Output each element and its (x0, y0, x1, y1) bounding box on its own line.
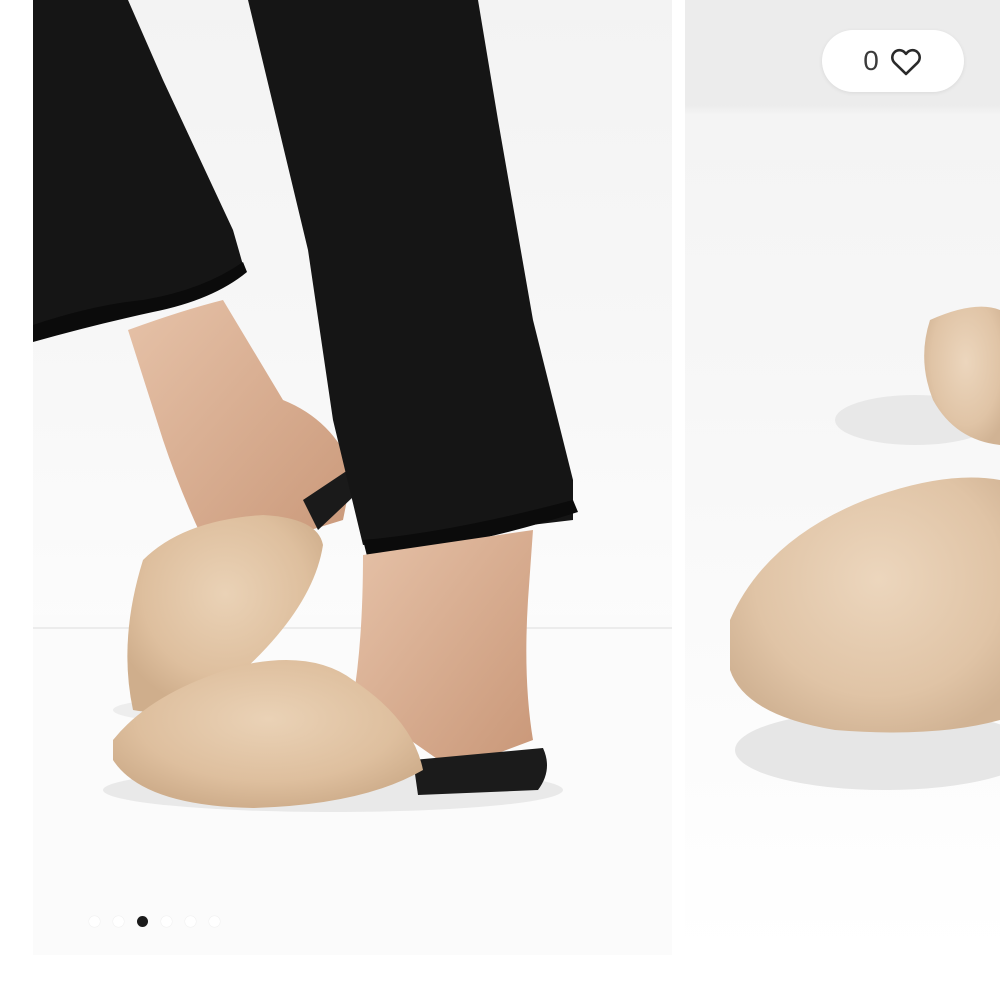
favorite-count: 0 (863, 45, 879, 76)
pagination-dot[interactable] (89, 915, 100, 927)
favorite-button[interactable]: 0 (822, 30, 964, 92)
pagination-dot[interactable] (113, 915, 124, 927)
pagination-dot[interactable] (209, 915, 220, 927)
pagination-dot[interactable] (185, 915, 196, 927)
pagination-dot[interactable] (161, 915, 172, 927)
gallery-pagination (89, 912, 220, 930)
heart-outline-icon (890, 48, 921, 76)
gallery-slide-model[interactable] (33, 0, 672, 955)
pagination-dot[interactable] (137, 915, 148, 927)
gallery-slide-closeup[interactable] (685, 0, 1000, 955)
slide-image-closeup (730, 306, 1000, 790)
slide-image-model (33, 0, 672, 955)
